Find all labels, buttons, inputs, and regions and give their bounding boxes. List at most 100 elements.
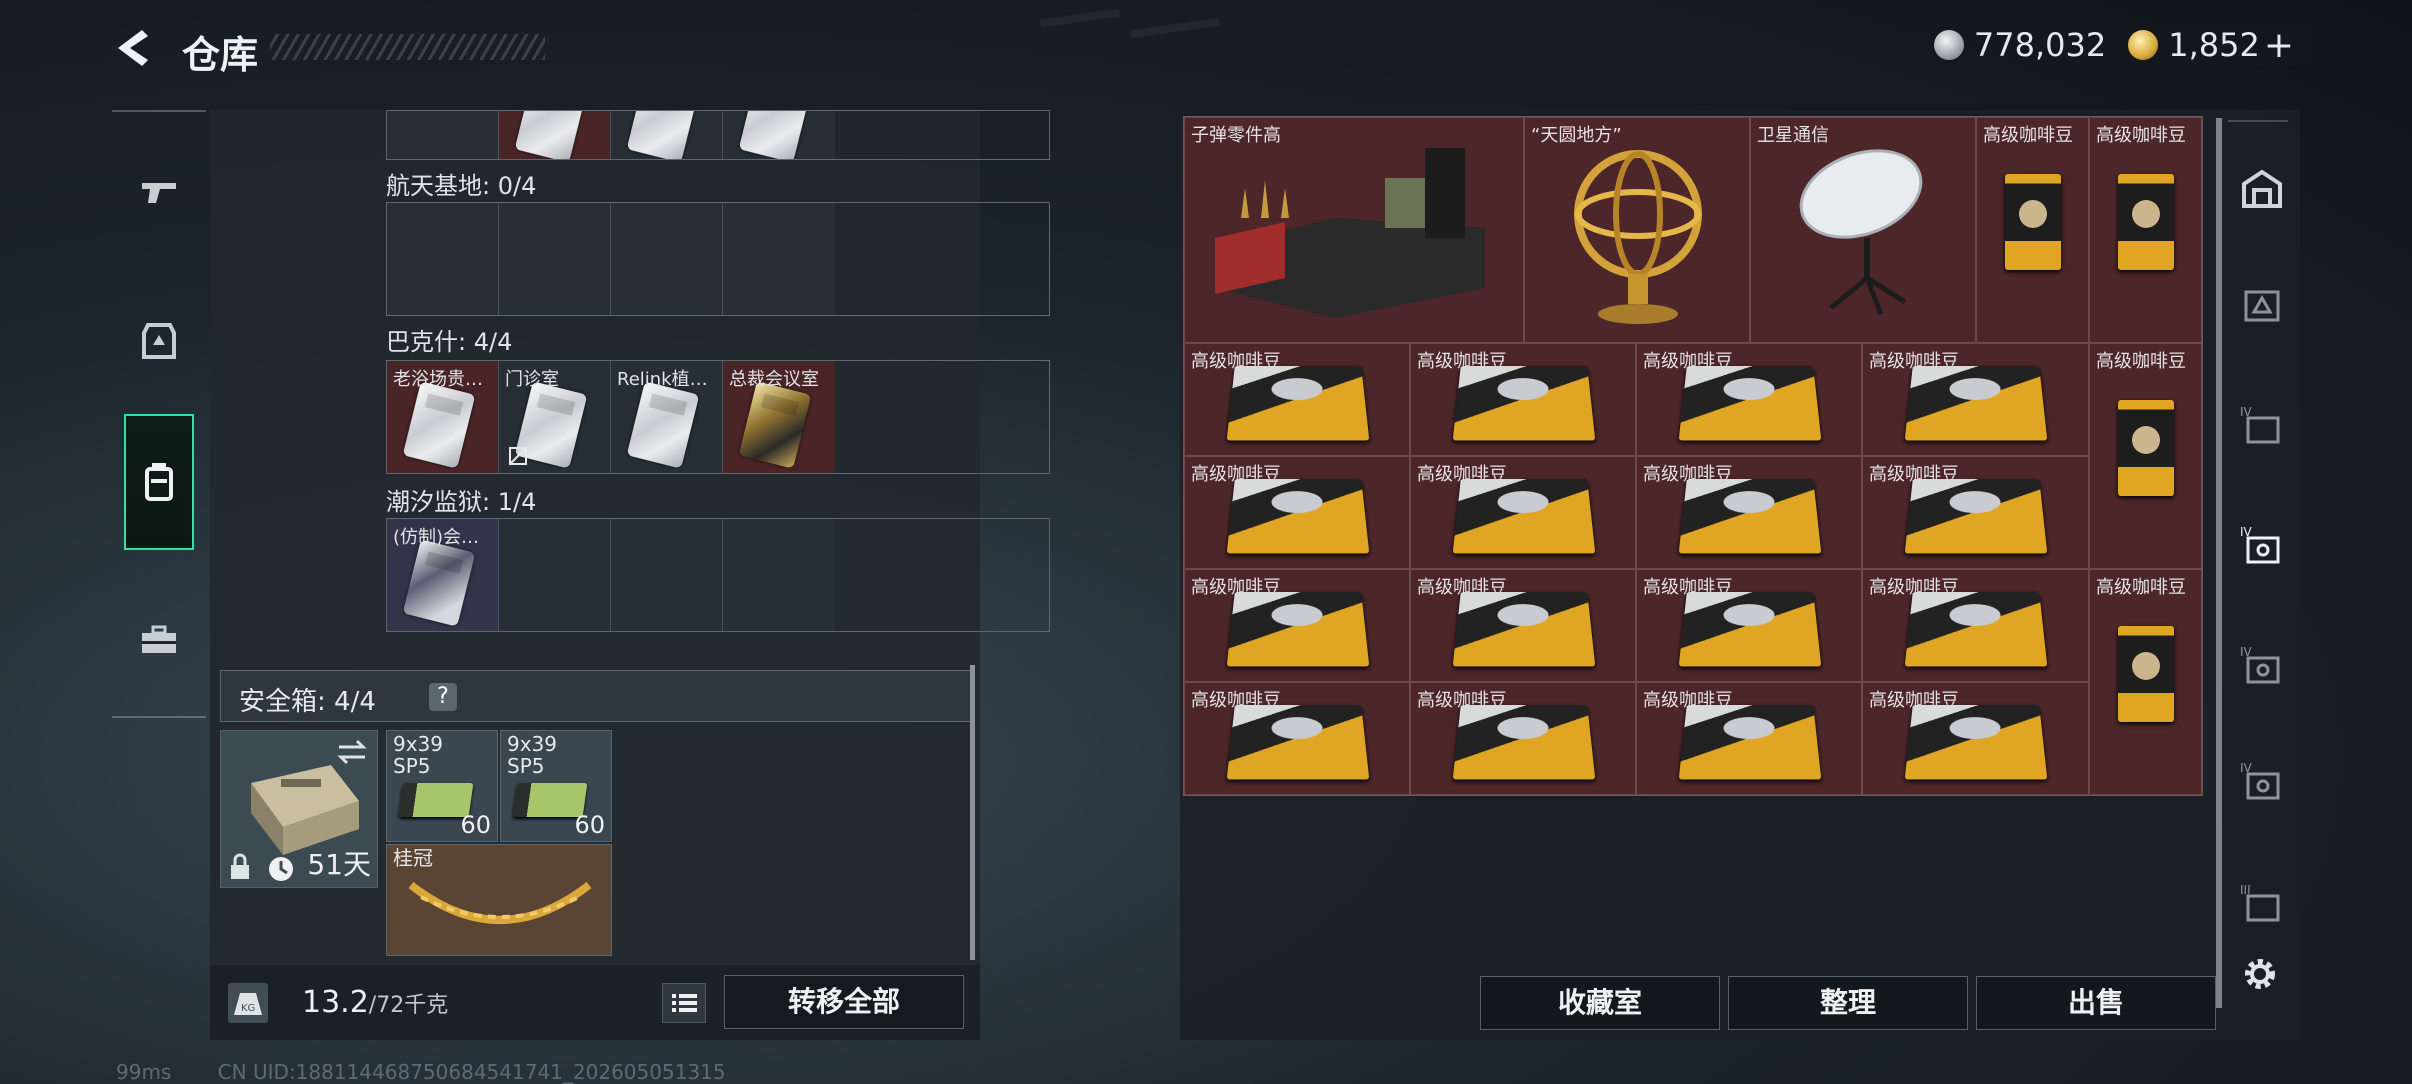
coffee-bag-icon <box>1904 705 2048 780</box>
status-bar: 99ms CN UID:188114468750684541741_202605… <box>116 1060 766 1084</box>
pistol-icon <box>142 183 176 203</box>
coffee-bag-icon <box>2118 626 2174 722</box>
coffee-beans-item[interactable]: 高级咖啡豆 <box>1636 343 1862 456</box>
key-slot[interactable]: 老浴场贵… <box>387 361 499 473</box>
key-slot[interactable] <box>611 111 723 159</box>
key-slot[interactable]: 总裁会议室 <box>723 361 835 473</box>
coffee-beans-item[interactable]: 高级咖啡豆 <box>2089 343 2202 569</box>
coffee-beans-item[interactable]: 高级咖啡豆 <box>1862 569 2089 682</box>
key-slot-empty[interactable] <box>723 203 835 315</box>
ammo-slot[interactable]: 9x39 SP5 60 <box>386 730 498 842</box>
nav-armor[interactable] <box>124 272 194 408</box>
sell-button[interactable]: 出售 <box>1976 976 2216 1030</box>
coffee-beans-item[interactable]: 高级咖啡豆 <box>1184 456 1410 569</box>
gold-coin-icon <box>2128 30 2159 60</box>
coffee-beans-item[interactable]: 高级咖啡豆 <box>2089 117 2202 343</box>
add-currency-button[interactable]: + <box>2264 25 2294 66</box>
stash-scrollbar[interactable] <box>970 665 975 960</box>
item-name: 高级咖啡豆 <box>2096 577 2186 598</box>
back-button[interactable] <box>112 26 156 70</box>
laurel-crown-slot[interactable]: 桂冠 <box>386 844 612 956</box>
coffee-beans-item[interactable]: 高级咖啡豆 <box>1184 569 1410 682</box>
tab-container-4[interactable]: IV <box>2238 642 2286 690</box>
nav-backpack[interactable] <box>124 414 194 550</box>
toolbox-icon <box>142 625 176 653</box>
gold-amount: 1,852 <box>2168 26 2260 64</box>
key-slot-empty[interactable] <box>611 203 723 315</box>
ammo-parts-case-item[interactable]: 子弹零件高 <box>1184 117 1524 343</box>
tab-container-5[interactable]: IV <box>2238 758 2286 806</box>
key-slot-empty[interactable] <box>387 203 499 315</box>
coffee-beans-item[interactable]: 高级咖啡豆 <box>1410 569 1636 682</box>
coffee-beans-item[interactable]: 高级咖啡豆 <box>1636 682 1862 795</box>
lock-icon <box>231 853 249 879</box>
crate-tier-icon: IV <box>2240 405 2280 444</box>
tab-vault[interactable] <box>2238 166 2286 214</box>
coffee-beans-item[interactable]: 高级咖啡豆 <box>1862 343 2089 456</box>
settings-button[interactable] <box>2240 954 2280 994</box>
collection-room-button[interactable]: 收藏室 <box>1480 976 1720 1030</box>
key-slot-empty[interactable] <box>499 203 611 315</box>
section-title-aerospace: 航天基地: 0/4 <box>386 172 537 200</box>
tab-container-3-active[interactable]: IV <box>2238 522 2286 570</box>
coffee-bag-icon <box>1678 479 1822 554</box>
help-button[interactable]: ? <box>429 683 457 711</box>
key-slot-empty[interactable] <box>611 519 723 631</box>
coffee-bag-icon <box>1226 479 1370 554</box>
transfer-all-button[interactable]: 转移全部 <box>724 975 964 1029</box>
coffee-beans-item[interactable]: 高级咖啡豆 <box>1976 117 2089 343</box>
coffee-beans-item[interactable]: 高级咖啡豆 <box>1184 682 1410 795</box>
key-slot-empty[interactable] <box>723 519 835 631</box>
coffee-beans-item[interactable]: 高级咖啡豆 <box>1636 456 1862 569</box>
list-view-button[interactable] <box>662 983 706 1023</box>
safe-box-item[interactable]: 51天 <box>220 730 378 888</box>
key-slot[interactable]: 门诊室 <box>499 361 611 473</box>
tab-container-1[interactable] <box>2238 282 2286 330</box>
coffee-bag-icon <box>1226 705 1370 780</box>
key-slot[interactable] <box>387 111 499 159</box>
keycard-icon <box>514 111 588 159</box>
current-weight: 13.2 <box>302 985 369 1020</box>
coffee-beans-item[interactable]: 高级咖啡豆 <box>1862 456 2089 569</box>
keycard-icon <box>402 539 476 627</box>
coffee-beans-item[interactable]: 高级咖啡豆 <box>1636 569 1862 682</box>
coffee-beans-item[interactable]: 高级咖啡豆 <box>1410 343 1636 456</box>
tab-container-2[interactable]: IV <box>2238 402 2286 450</box>
ammo-slot[interactable]: 9x39 SP5 60 <box>500 730 612 842</box>
coffee-beans-item[interactable]: 高级咖啡豆 <box>1862 682 2089 795</box>
sort-button[interactable]: 整理 <box>1728 976 1968 1030</box>
coffee-bag-icon <box>1904 366 2048 441</box>
key-slot[interactable] <box>723 111 835 159</box>
keycard-icon <box>738 111 812 159</box>
coffee-bag-icon <box>2118 174 2174 270</box>
safe-box-header: 安全箱: 4/4 ? <box>220 670 972 722</box>
key-slot[interactable]: (仿制)会… <box>387 519 499 631</box>
weight-icon: KG <box>228 983 268 1023</box>
tab-container-6[interactable]: III <box>2238 880 2286 928</box>
nav-weapons[interactable] <box>124 124 194 260</box>
slot-label: 门诊室 <box>505 369 559 390</box>
coffee-bag-icon <box>1226 366 1370 441</box>
currency-display: 778,032 1,852 + <box>1921 24 2312 66</box>
container-scrollbar[interactable] <box>2216 118 2222 1008</box>
coffee-beans-item[interactable]: 高级咖啡豆 <box>2089 569 2202 795</box>
satellite-dish-icon <box>1799 149 1923 315</box>
coffee-bag-icon <box>1678 366 1822 441</box>
coffee-beans-item[interactable]: 高级咖啡豆 <box>1184 343 1410 456</box>
crate-tier-icon: IV <box>2240 525 2280 564</box>
coffee-beans-item[interactable]: 高级咖啡豆 <box>1410 682 1636 795</box>
backpack-icon <box>145 463 173 501</box>
armillary-sphere-item[interactable]: “天圆地方” <box>1524 117 1750 343</box>
key-slot[interactable]: Relink植… <box>611 361 723 473</box>
key-slot-empty[interactable] <box>499 519 611 631</box>
satellite-comm-item[interactable]: 卫星通信 <box>1750 117 1976 343</box>
armor-vest-icon <box>142 323 176 359</box>
section-title-bakhsh: 巴克什: 4/4 <box>386 328 513 356</box>
coffee-beans-item[interactable]: 高级咖啡豆 <box>1410 456 1636 569</box>
key-slot[interactable] <box>499 111 611 159</box>
key-row-aerospace <box>386 202 1050 316</box>
key-row-bakhsh: 老浴场贵… 门诊室 Relink植… 总裁会议室 <box>386 360 1050 474</box>
nav-toolbox[interactable] <box>124 572 194 708</box>
crate-icon <box>2244 290 2280 322</box>
ammo-parts-case-icon <box>1215 148 1485 318</box>
